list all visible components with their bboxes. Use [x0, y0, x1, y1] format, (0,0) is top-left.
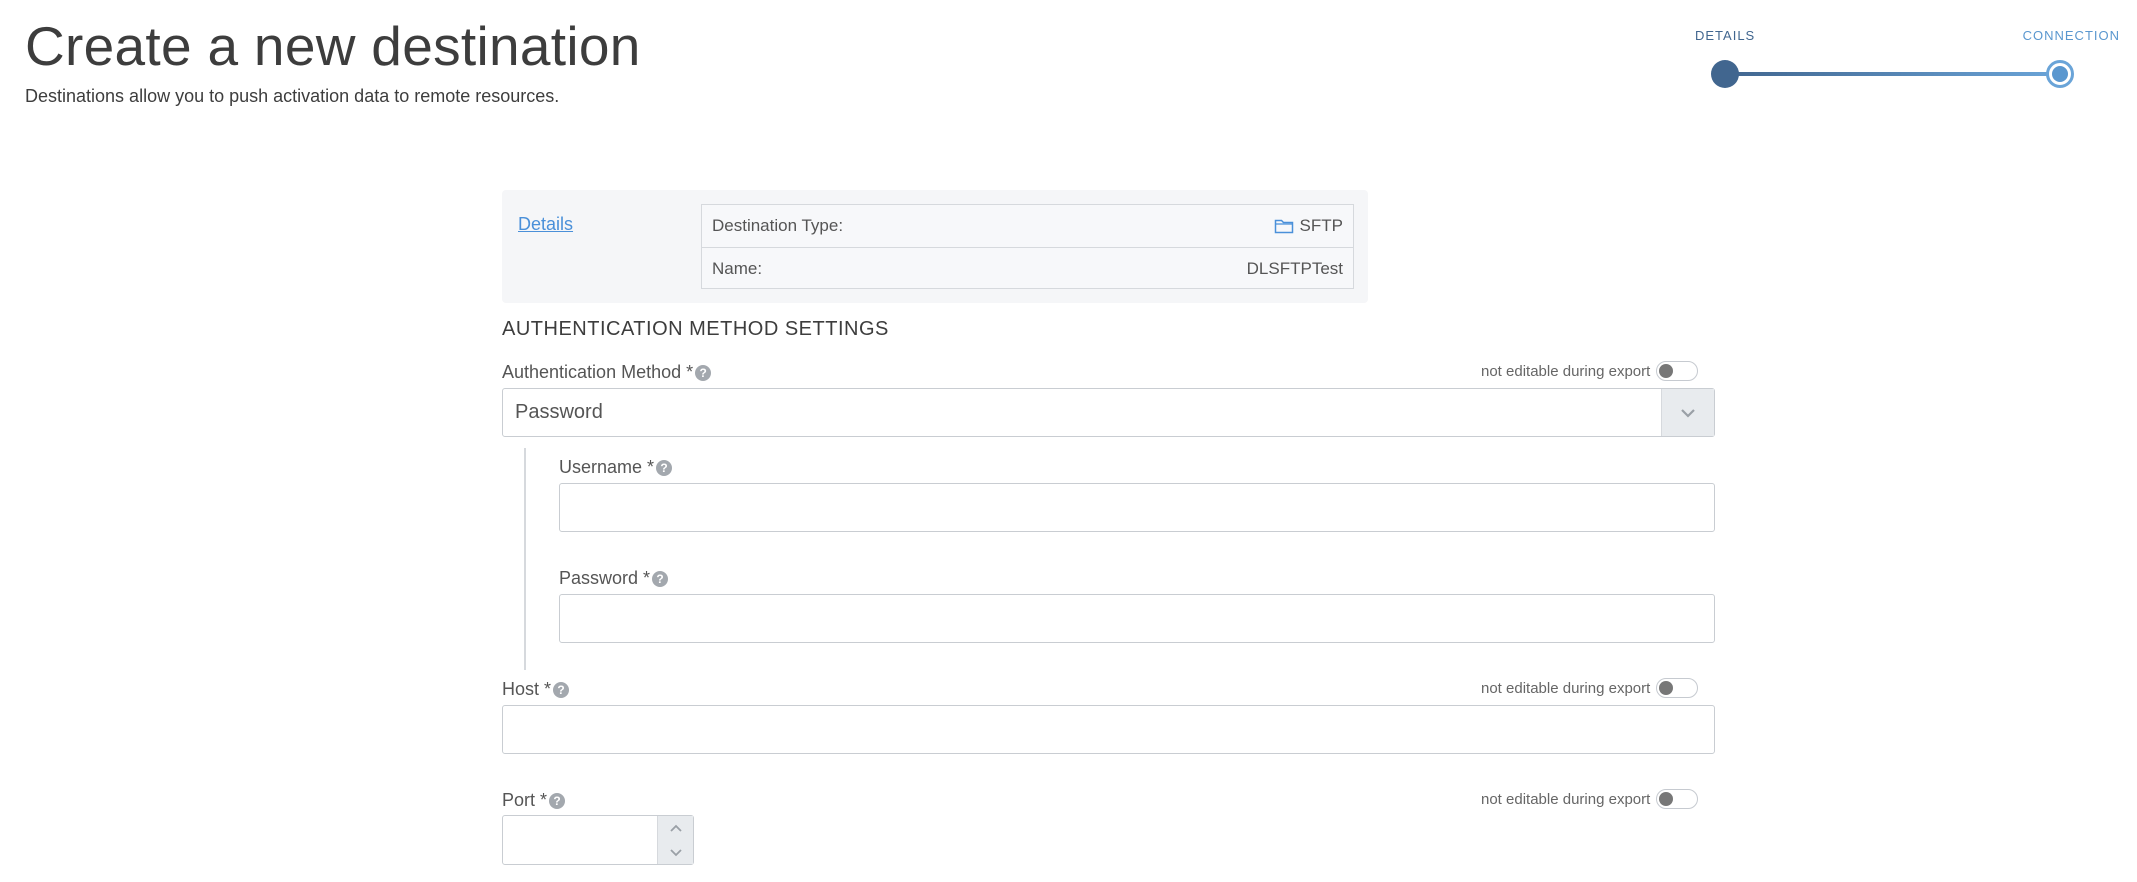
password-label: Password * ?: [559, 568, 669, 589]
port-stepper: [502, 815, 694, 865]
folder-icon: [1274, 219, 1293, 234]
chevron-up-icon[interactable]: [658, 816, 693, 840]
page-subtitle: Destinations allow you to push activatio…: [25, 86, 560, 106]
password-input[interactable]: [559, 594, 1715, 643]
step-label-connection: CONNECTION: [2022, 28, 2120, 43]
auth-method-select[interactable]: Password: [502, 388, 1715, 437]
step-dot-connection: [2046, 60, 2074, 88]
details-summary-card: Details Destination Type: SFTP Name: DLS…: [502, 190, 1368, 303]
nested-group-indicator: [524, 448, 526, 670]
port-spinner: [657, 816, 693, 864]
lock-toggle[interactable]: [1656, 361, 1699, 381]
chevron-down-icon[interactable]: [1661, 389, 1714, 436]
summary-value: SFTP: [1274, 216, 1343, 236]
auth-method-label: Authentication Method * ?: [502, 362, 712, 383]
details-summary-table: Destination Type: SFTP Name: DLSFTPTest: [701, 204, 1354, 289]
auth-method-label-text: Authentication Method *: [502, 362, 694, 382]
help-icon[interactable]: ?: [695, 364, 712, 381]
port-input[interactable]: [503, 816, 657, 864]
destination-name-value: DLSFTPTest: [1246, 258, 1343, 278]
destination-type-value: SFTP: [1299, 216, 1343, 235]
lock-toggle-label: not editable during export: [1481, 362, 1651, 380]
host-lock: not editable during export: [1481, 678, 1699, 698]
lock-toggle[interactable]: [1656, 678, 1699, 698]
progress-stepper: DETAILS CONNECTION: [1690, 28, 2120, 98]
section-title: AUTHENTICATION METHOD SETTINGS: [502, 318, 889, 340]
port-label: Port * ?: [502, 790, 566, 811]
username-input[interactable]: [559, 483, 1715, 532]
host-label-text: Host *: [502, 679, 552, 699]
help-icon[interactable]: ?: [656, 459, 673, 476]
lock-toggle-label: not editable during export: [1481, 790, 1651, 808]
password-label-text: Password *: [559, 568, 651, 588]
username-label-text: Username *: [559, 457, 655, 477]
summary-row-destination-type: Destination Type: SFTP: [702, 205, 1353, 247]
help-icon[interactable]: ?: [652, 570, 669, 587]
step-label-details[interactable]: DETAILS: [1695, 28, 1755, 43]
help-icon[interactable]: ?: [553, 681, 570, 698]
auth-method-lock: not editable during export: [1481, 361, 1699, 381]
step-dot-details[interactable]: [1711, 60, 1739, 88]
help-icon[interactable]: ?: [549, 792, 566, 809]
details-link[interactable]: Details: [518, 214, 573, 235]
summary-row-name: Name: DLSFTPTest: [702, 247, 1353, 289]
lock-toggle-label: not editable during export: [1481, 679, 1651, 697]
summary-label: Destination Type:: [712, 216, 844, 235]
username-label: Username * ?: [559, 457, 673, 478]
summary-label: Name:: [712, 258, 763, 278]
page-title: Create a new destination: [25, 15, 641, 77]
port-lock: not editable during export: [1481, 789, 1699, 809]
host-label: Host * ?: [502, 679, 570, 700]
auth-method-value: Password: [515, 401, 603, 423]
chevron-down-icon[interactable]: [658, 840, 693, 864]
host-input[interactable]: [502, 705, 1715, 754]
port-label-text: Port *: [502, 790, 548, 810]
step-track: [1725, 72, 2060, 76]
lock-toggle[interactable]: [1656, 789, 1699, 809]
